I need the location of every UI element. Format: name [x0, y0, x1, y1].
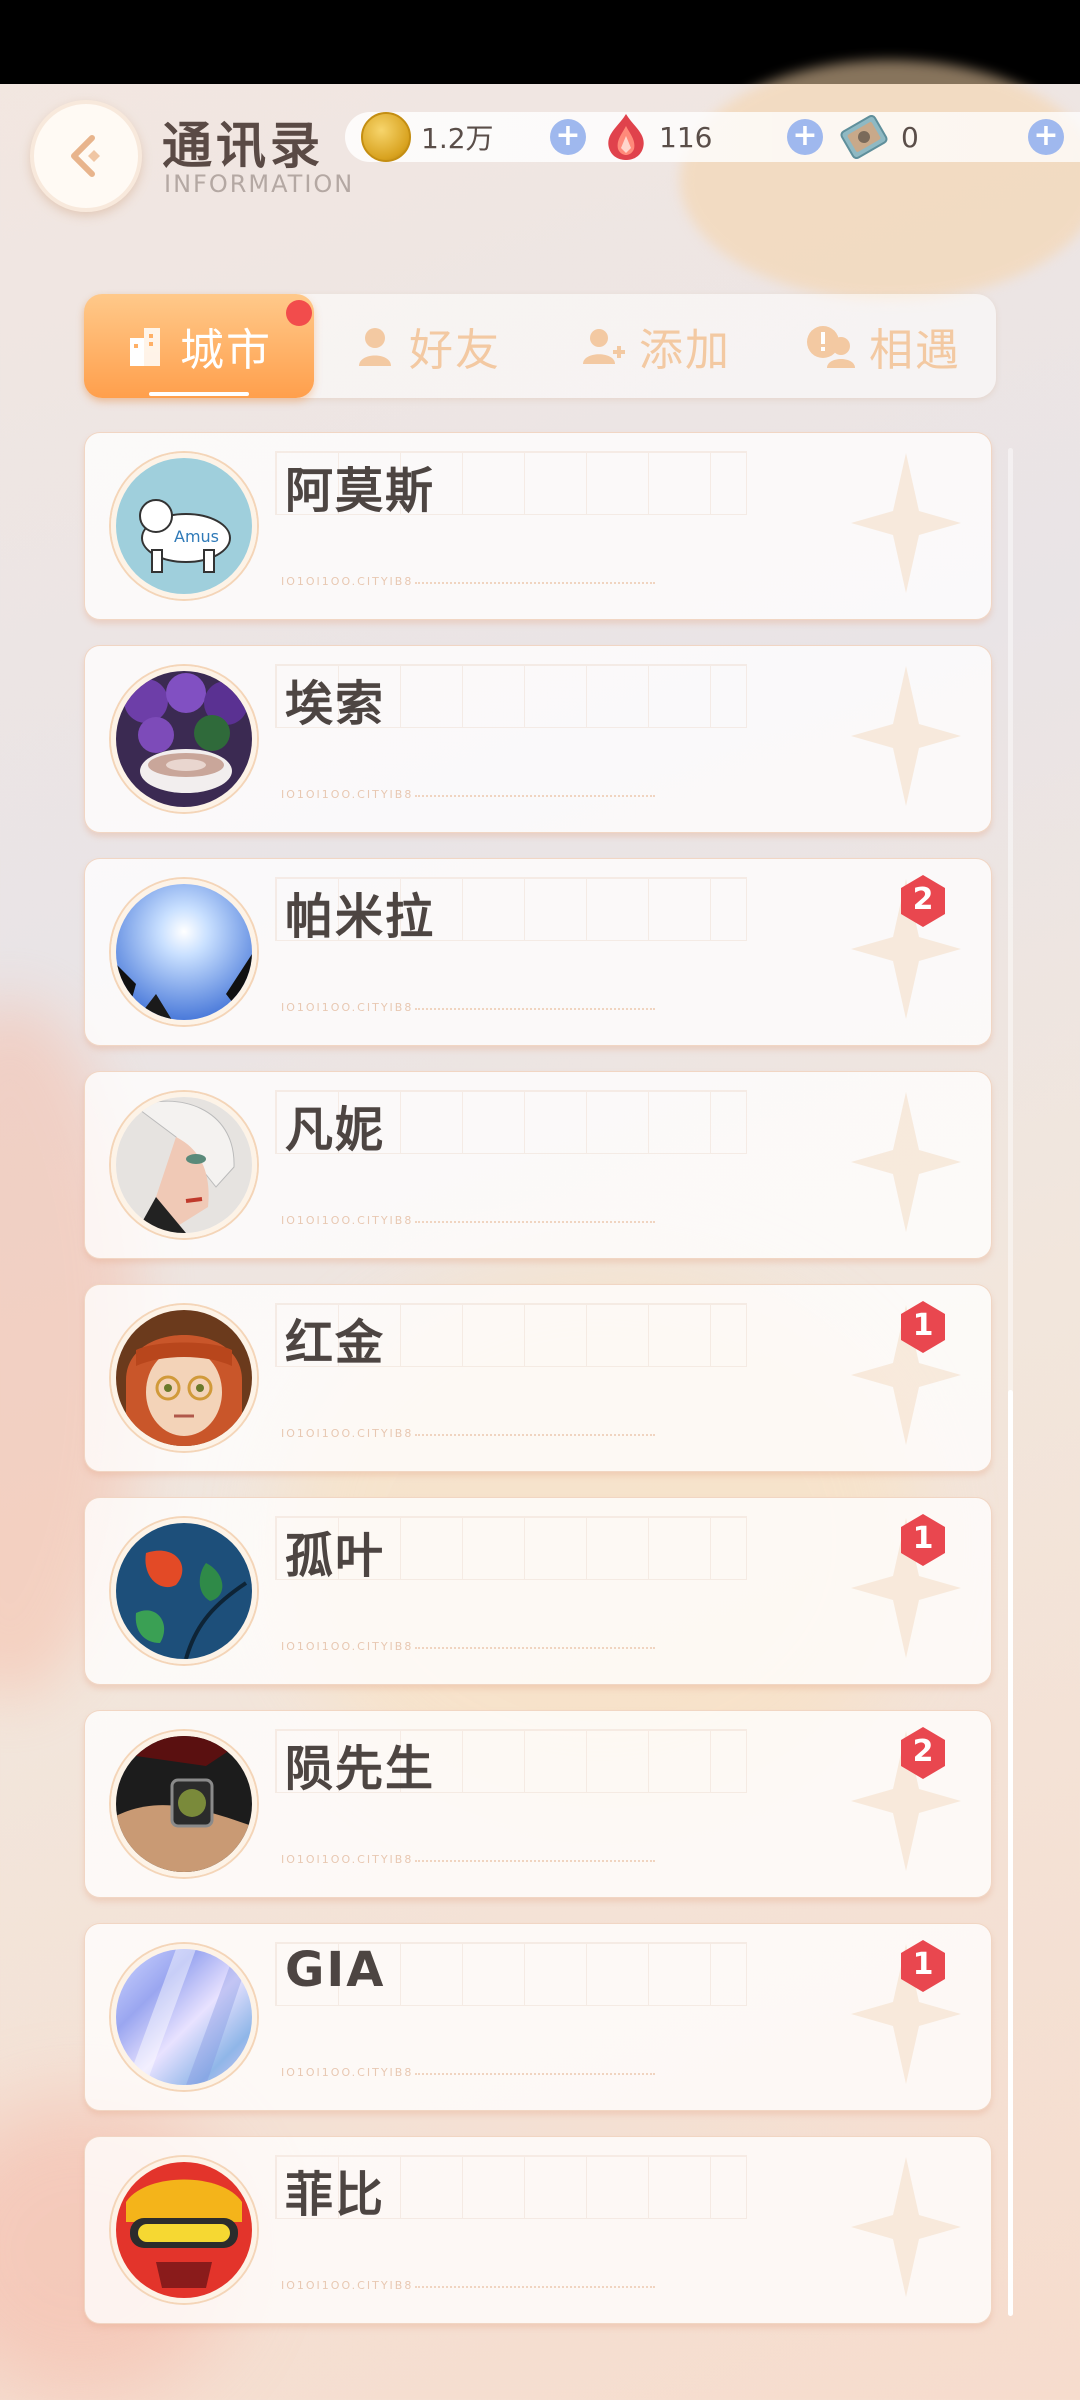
contact-card[interactable]: 陨先生 IO1OI1OO.CITYIB8 2: [84, 1710, 992, 1898]
contact-card[interactable]: 菲比 IO1OI1OO.CITYIB8: [84, 2136, 992, 2324]
unread-count: 1: [912, 1308, 934, 1343]
decorative-line: [415, 582, 655, 584]
tab-add-label: 添加: [639, 325, 731, 376]
decorative-line: [415, 2286, 655, 2288]
ticket-value: 0: [901, 120, 919, 154]
contact-serial: IO1OI1OO.CITYIB8: [281, 1214, 414, 1227]
scrollbar-thumb[interactable]: [1008, 1390, 1013, 2316]
leaves-avatar: [111, 1518, 257, 1664]
currency-crystal: 116: [603, 112, 712, 162]
unread-count: 1: [912, 1947, 934, 1982]
add-user-icon: [583, 329, 625, 364]
star-decoration-icon: [851, 2157, 961, 2297]
tab-encounter-label: 相遇: [869, 325, 961, 376]
add-crystal-button[interactable]: +: [787, 119, 823, 155]
tab-friends-label: 好友: [409, 325, 501, 376]
decorative-line: [415, 1647, 655, 1649]
add-ticket-button[interactable]: +: [1028, 119, 1064, 155]
currency-ticket: 0: [837, 112, 919, 162]
decorative-line: [415, 1434, 655, 1436]
decorative-line: [415, 1008, 655, 1010]
contact-name: 菲比: [285, 2167, 386, 2223]
decorative-line: [415, 2073, 655, 2075]
back-button[interactable]: [30, 100, 142, 212]
unread-badge: 1: [895, 1512, 951, 1568]
contact-name: 红金: [285, 1315, 386, 1371]
decorative-line: [415, 1221, 655, 1223]
tab-city[interactable]: 城市: [84, 294, 314, 398]
contact-name: 帕米拉: [285, 889, 436, 945]
star-decoration-icon: [851, 1092, 961, 1232]
crystal-icon: [608, 114, 644, 160]
tab-bar: 城市 好友 添加 相遇: [84, 294, 996, 398]
contact-card[interactable]: 孤叶 IO1OI1OO.CITYIB8 1: [84, 1497, 992, 1685]
tab-active-indicator: [149, 392, 249, 396]
tab-add[interactable]: 添加: [542, 294, 770, 398]
contact-card[interactable]: Amus 阿莫斯 IO1OI1OO.CITYIB8: [84, 432, 992, 620]
contact-name: 埃索: [285, 676, 386, 732]
gold-value: 1.2万: [421, 122, 494, 155]
unread-badge: 1: [895, 1938, 951, 1994]
star-decoration-icon: [851, 453, 961, 593]
unread-count: 2: [912, 882, 934, 917]
unread-count: 2: [912, 1734, 934, 1769]
notification-dot: [286, 300, 312, 326]
contact-serial: IO1OI1OO.CITYIB8: [281, 1001, 414, 1014]
contact-serial: IO1OI1OO.CITYIB8: [281, 2279, 414, 2292]
tab-friends[interactable]: 好友: [314, 294, 542, 398]
decorative-line: [415, 795, 655, 797]
contact-card[interactable]: GIA IO1OI1OO.CITYIB8 1: [84, 1923, 992, 2111]
unread-badge: 2: [895, 1725, 951, 1781]
wristwatch-avatar: [111, 1731, 257, 1877]
city-icon: [130, 328, 160, 366]
unread-badge: 1: [895, 1299, 951, 1355]
unread-count: 1: [912, 1521, 934, 1556]
contact-name: 凡妮: [285, 1102, 386, 1158]
back-arrow-icon: [71, 135, 100, 177]
glasses-girl-avatar: [111, 1305, 257, 1451]
encounter-icon: [807, 326, 855, 368]
sky-sun-avatar: [111, 879, 257, 1025]
contact-serial: IO1OI1OO.CITYIB8: [281, 575, 414, 588]
friend-icon: [359, 328, 391, 366]
contact-serial: IO1OI1OO.CITYIB8: [281, 2066, 414, 2079]
contact-card[interactable]: 凡妮 IO1OI1OO.CITYIB8: [84, 1071, 992, 1259]
currency-gold: 1.2万: [361, 112, 494, 162]
coffee-flowers-avatar: [111, 666, 257, 812]
contact-name: 阿莫斯: [285, 463, 436, 519]
white-hair-girl-avatar: [111, 1092, 257, 1238]
page-title: 通讯录: [162, 117, 324, 175]
currency-bar: 1.2万 + 116 + 0 +: [345, 112, 1080, 162]
decorative-line: [415, 1860, 655, 1862]
ticket-icon: [840, 114, 888, 160]
background-blob: [680, 60, 1080, 300]
tab-encounter[interactable]: 相遇: [770, 294, 996, 398]
contact-serial: IO1OI1OO.CITYIB8: [281, 1640, 414, 1653]
contact-serial: IO1OI1OO.CITYIB8: [281, 1427, 414, 1440]
star-decoration-icon: [851, 666, 961, 806]
tab-city-label: 城市: [180, 325, 272, 376]
polar-bear-avatar: Amus: [111, 453, 257, 599]
gold-coin-icon: [361, 112, 411, 162]
contact-name: 陨先生: [285, 1741, 436, 1797]
holographic-avatar: [111, 1944, 257, 2090]
avatar-text: Amus: [174, 527, 219, 546]
contact-name: 孤叶: [285, 1528, 386, 1584]
status-bar: [0, 0, 1080, 84]
contact-card[interactable]: 埃索 IO1OI1OO.CITYIB8: [84, 645, 992, 833]
contact-card[interactable]: 红金 IO1OI1OO.CITYIB8 1: [84, 1284, 992, 1472]
contact-serial: IO1OI1OO.CITYIB8: [281, 1853, 414, 1866]
unread-badge: 2: [895, 873, 951, 929]
contact-serial: IO1OI1OO.CITYIB8: [281, 788, 414, 801]
contact-card[interactable]: 帕米拉 IO1OI1OO.CITYIB8 2: [84, 858, 992, 1046]
page-subtitle: INFORMATION: [164, 170, 355, 198]
crystal-value: 116: [659, 120, 713, 154]
goggles-character-avatar: [111, 2157, 257, 2303]
contact-name: GIA: [285, 1942, 386, 1998]
add-gold-button[interactable]: +: [550, 119, 586, 155]
